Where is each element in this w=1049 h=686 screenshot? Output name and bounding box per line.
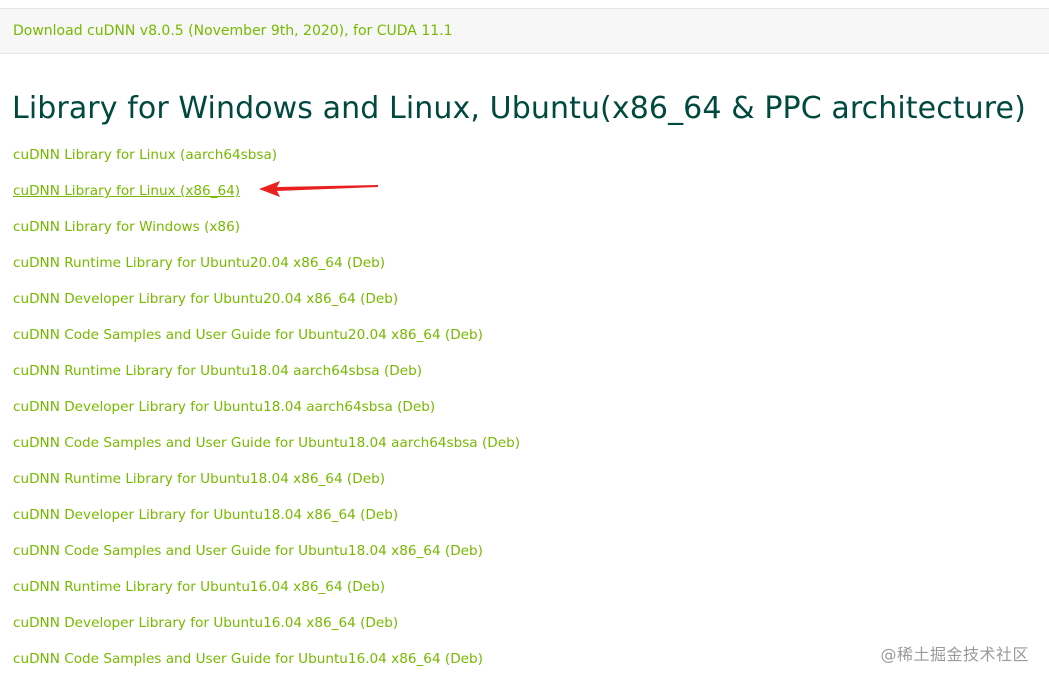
download-link[interactable]: cuDNN Code Samples and User Guide for Ub… [13, 543, 483, 559]
download-link[interactable]: cuDNN Runtime Library for Ubuntu16.04 x8… [13, 579, 385, 595]
list-item: cuDNN Developer Library for Ubuntu20.04 … [13, 288, 520, 324]
release-accordion-header[interactable]: Download cuDNN v8.0.5 (November 9th, 202… [0, 8, 1049, 54]
list-item: cuDNN Code Samples and User Guide for Ub… [13, 432, 520, 468]
download-link[interactable]: cuDNN Runtime Library for Ubuntu18.04 x8… [13, 471, 385, 487]
download-link[interactable]: cuDNN Library for Windows (x86) [13, 219, 240, 235]
list-item: cuDNN Runtime Library for Ubuntu20.04 x8… [13, 252, 520, 288]
list-item: cuDNN Code Samples and User Guide for Ub… [13, 540, 520, 576]
cudnn-download-page: Download cuDNN v8.0.5 (November 9th, 202… [0, 0, 1049, 686]
download-link[interactable]: cuDNN Developer Library for Ubuntu18.04 … [13, 399, 435, 415]
download-link[interactable]: cuDNN Library for Linux (aarch64sbsa) [13, 147, 277, 163]
watermark: @稀土掘金技术社区 [880, 645, 1029, 664]
download-link-list: cuDNN Library for Linux (aarch64sbsa) cu… [13, 144, 520, 684]
list-item: cuDNN Developer Library for Ubuntu16.04 … [13, 612, 520, 648]
list-item: cuDNN Code Samples and User Guide for Ub… [13, 324, 520, 360]
list-item: cuDNN Runtime Library for Ubuntu16.04 x8… [13, 576, 520, 612]
list-item: cuDNN Developer Library for Ubuntu18.04 … [13, 504, 520, 540]
section-title: Library for Windows and Linux, Ubuntu(x8… [12, 91, 1026, 126]
download-link[interactable]: cuDNN Developer Library for Ubuntu16.04 … [13, 615, 398, 631]
download-link[interactable]: cuDNN Runtime Library for Ubuntu20.04 x8… [13, 255, 385, 271]
download-link[interactable]: cuDNN Runtime Library for Ubuntu18.04 aa… [13, 363, 422, 379]
list-item: cuDNN Runtime Library for Ubuntu18.04 aa… [13, 360, 520, 396]
list-item: cuDNN Library for Windows (x86) [13, 216, 520, 252]
download-link[interactable]: cuDNN Code Samples and User Guide for Ub… [13, 327, 483, 343]
list-item: cuDNN Code Samples and User Guide for Ub… [13, 648, 520, 684]
download-link[interactable]: cuDNN Code Samples and User Guide for Ub… [13, 651, 483, 667]
release-download-link[interactable]: Download cuDNN v8.0.5 (November 9th, 202… [13, 22, 453, 40]
list-item: cuDNN Library for Linux (aarch64sbsa) [13, 144, 520, 180]
download-link[interactable]: cuDNN Code Samples and User Guide for Ub… [13, 435, 520, 451]
download-link[interactable]: cuDNN Developer Library for Ubuntu20.04 … [13, 291, 398, 307]
arrow-left-icon [259, 181, 378, 197]
download-link[interactable]: cuDNN Developer Library for Ubuntu18.04 … [13, 507, 398, 523]
download-link-linux-x86-64[interactable]: cuDNN Library for Linux (x86_64) [13, 183, 240, 199]
list-item: cuDNN Runtime Library for Ubuntu18.04 x8… [13, 468, 520, 504]
list-item: cuDNN Developer Library for Ubuntu18.04 … [13, 396, 520, 432]
